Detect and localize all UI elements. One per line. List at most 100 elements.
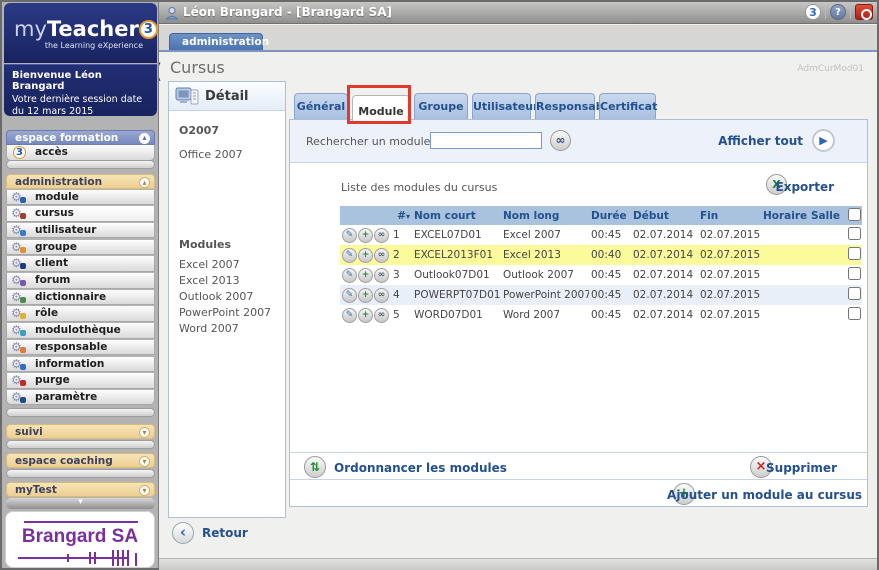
expand-down-icon[interactable]: ▾ — [139, 484, 150, 496]
table-row-selected[interactable]: ✎ + ∞ 2 EXCEL2013F01 Excel 2013 00:40 02.07… — [340, 245, 862, 265]
edit-icon[interactable]: ✎ — [342, 267, 357, 283]
cell-salle — [809, 305, 846, 325]
col-horaire[interactable]: Horaire — [761, 206, 809, 225]
tab-general[interactable]: Général — [294, 93, 348, 119]
cell-duree: 00:45 — [591, 269, 622, 281]
search-input[interactable] — [430, 132, 542, 149]
sidebar-item-label: client — [35, 257, 69, 270]
attach-add-icon[interactable]: + — [358, 307, 373, 323]
attach-add-icon[interactable]: + — [358, 287, 373, 303]
tab-administration[interactable]: administration — [169, 33, 269, 50]
show-all-link[interactable]: Afficher tout — [718, 134, 803, 148]
sidebar-item-label: modulothèque — [35, 324, 121, 337]
tab-groupe[interactable]: Groupe — [414, 93, 468, 119]
col-duree[interactable]: Durée — [589, 206, 631, 225]
col-nom-court[interactable]: Nom court — [412, 206, 501, 225]
select-all-checkbox[interactable] — [848, 207, 861, 221]
edit-icon[interactable]: ✎ — [342, 227, 357, 243]
sidebar-section-administration[interactable]: administration ▴ — [6, 174, 155, 189]
sidebar-section-espace-formation[interactable]: espace formation ▴ — [6, 130, 155, 145]
sidebar-item-label: accès — [35, 146, 68, 158]
sidebar-item-groupe[interactable]: ⚙ groupe — [6, 239, 155, 256]
sidebar-item-parametre[interactable]: ⚙ paramètre — [6, 389, 155, 406]
help-icon[interactable]: ? — [830, 4, 846, 20]
sidebar-item-role[interactable]: ⚙ rôle — [6, 306, 155, 322]
sidebar-section-espace-coaching[interactable]: espace coaching ▾ — [6, 453, 155, 468]
sidebar-item-acces[interactable]: 3 accès — [6, 145, 155, 161]
row-checkbox[interactable] — [848, 227, 861, 240]
sidebar-item-client[interactable]: ⚙ client — [6, 256, 155, 272]
row-checkbox[interactable] — [848, 287, 861, 300]
back-button[interactable]: ‹ Retour — [172, 522, 248, 544]
attach-add-icon[interactable]: + — [358, 227, 373, 243]
cell-debut: 02.07.2014 — [633, 229, 694, 241]
main-area: Léon Brangard - [Brangard SA] 3 ? admini… — [153, 2, 877, 570]
logout-power-icon[interactable] — [855, 4, 873, 20]
table-row[interactable]: ✎ + ∞ 1 EXCEL07D01 Excel 2007 00:45 02.07.2… — [340, 225, 862, 245]
tab-certificat[interactable]: Certificat — [599, 93, 657, 119]
sidebar-item-responsable[interactable]: ⚙ responsable — [6, 339, 155, 356]
edit-icon[interactable]: ✎ — [342, 307, 357, 323]
export-link[interactable]: Exporter — [776, 180, 834, 194]
collapse-up-icon[interactable]: ▴ — [139, 132, 150, 144]
table-row[interactable]: ✎ + ∞ 4 POWERPT07D01 PowerPoint 2007 00:45 … — [340, 285, 862, 305]
sidebar-item-dictionnaire[interactable]: ⚙ dictionnaire — [6, 289, 155, 306]
search-binoculars-icon[interactable]: ∞ — [550, 130, 571, 151]
order-modules-link[interactable]: Ordonnancer les modules — [334, 461, 507, 475]
modules-label: Modules — [179, 238, 231, 251]
module-tab-panel: Rechercher un module ∞ Afficher tout ▶ L… — [289, 119, 868, 507]
edit-icon[interactable]: ✎ — [342, 287, 357, 303]
cell-salle — [809, 285, 846, 305]
row-checkbox[interactable] — [848, 267, 861, 280]
expand-down-icon[interactable]: ▾ — [139, 455, 150, 467]
preview-binoculars-icon[interactable]: ∞ — [374, 307, 389, 323]
col-nom-long[interactable]: Nom long — [501, 206, 589, 225]
expand-down-icon[interactable]: ▾ — [139, 426, 150, 438]
col-salle[interactable]: Salle — [809, 206, 846, 225]
sidebar-section-suivi[interactable]: suivi ▾ — [6, 424, 155, 439]
preview-binoculars-icon[interactable]: ∞ — [374, 287, 389, 303]
version-3-icon[interactable]: 3 — [805, 4, 821, 20]
col-fin[interactable]: Fin — [698, 206, 761, 225]
preview-binoculars-icon[interactable]: ∞ — [374, 227, 389, 243]
attach-add-icon[interactable]: + — [358, 247, 373, 263]
sidebar-spacer — [6, 469, 155, 478]
order-arrows-icon[interactable]: ⇅ — [304, 456, 326, 478]
row-number: 3 — [393, 269, 400, 281]
table-row[interactable]: ✎ + ∞ 3 Outlook07D01 Outlook 2007 00:45 02.… — [340, 265, 862, 285]
sidebar-item-module[interactable]: ⚙ module — [6, 189, 155, 205]
table-row[interactable]: ✎ + ∞ 5 WORD07D01 Word 2007 00:45 02.07.201… — [340, 305, 862, 325]
add-module-link[interactable]: Ajouter un module au cursus — [667, 488, 862, 502]
acces-3-badge-icon: 3 — [13, 146, 26, 159]
cell-fin: 02.07.2015 — [700, 269, 761, 281]
tab-module[interactable]: Module — [352, 95, 410, 124]
module-icon — [20, 196, 26, 203]
delete-link[interactable]: Supprimer — [766, 461, 837, 475]
sidebar-item-modulotheque[interactable]: ⚙ modulothèque — [6, 323, 155, 339]
row-checkbox[interactable] — [848, 247, 861, 260]
row-checkbox[interactable] — [848, 307, 861, 320]
sidebar-item-utilisateur[interactable]: ⚙ utilisateur — [6, 222, 155, 239]
sidebar-item-purge[interactable]: ⚙ purge — [6, 373, 155, 389]
attach-add-icon[interactable]: + — [358, 267, 373, 283]
preview-binoculars-icon[interactable]: ∞ — [374, 267, 389, 283]
sidebar-collapse-bar[interactable]: ▾ — [6, 498, 155, 509]
utilisateur-icon — [20, 229, 26, 236]
collapse-up-icon[interactable]: ▴ — [139, 176, 150, 188]
preview-binoculars-icon[interactable]: ∞ — [374, 247, 389, 263]
search-label: Rechercher un module — [306, 135, 431, 148]
sidebar-section-mytest[interactable]: myTest ▾ — [6, 482, 155, 497]
edit-icon[interactable]: ✎ — [342, 247, 357, 263]
course-code: O2007 — [179, 124, 219, 137]
col-debut[interactable]: Début — [631, 206, 698, 225]
tab-utilisateur[interactable]: Utilisateur — [472, 93, 538, 119]
titlebar-substrip — [159, 25, 877, 32]
sidebar-item-information[interactable]: ⚙ information — [6, 356, 155, 372]
col-num[interactable]: #▾ — [340, 206, 412, 225]
sidebar-item-forum[interactable]: ⚙ forum — [6, 273, 155, 289]
sidebar-spacer — [6, 440, 155, 449]
tab-responsable[interactable]: Responsable — [535, 93, 615, 119]
play-icon[interactable]: ▶ — [812, 129, 835, 152]
sidebar-item-cursus[interactable]: ⚙ cursus — [6, 206, 155, 222]
cell-nom-long: Excel 2007 — [503, 229, 561, 241]
